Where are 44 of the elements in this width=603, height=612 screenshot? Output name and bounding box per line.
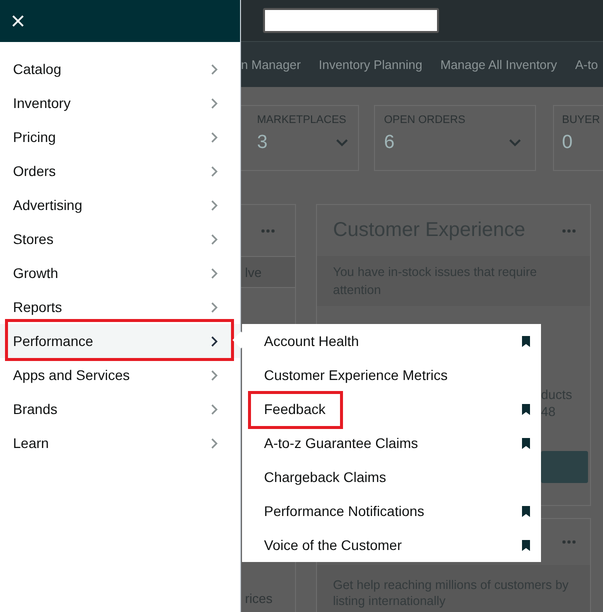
chevron-right-icon — [211, 132, 218, 142]
sidebar-item[interactable]: Brands — [0, 392, 240, 426]
chevron-right-icon — [211, 370, 218, 380]
nav-tab[interactable]: n Manager — [241, 58, 301, 72]
chevron-right-icon — [211, 234, 218, 244]
chevron-right-icon — [211, 64, 218, 74]
sidebar-item[interactable]: Stores — [0, 222, 240, 256]
submenu-item[interactable]: Voice of the Customer — [242, 528, 541, 562]
submenu-item[interactable]: Account Health — [242, 324, 541, 358]
sidebar-item[interactable]: Learn — [0, 426, 240, 460]
stat-value: 0 — [562, 132, 573, 154]
submenu-item[interactable]: Feedback — [242, 392, 541, 426]
search-field[interactable] — [263, 8, 439, 33]
nav-tab[interactable]: Inventory Planning — [318, 58, 422, 72]
nav-tab[interactable]: Manage All Inventory — [440, 58, 558, 72]
submenu-item[interactable]: A-to-z Guarantee Claims — [242, 426, 541, 460]
bookmark-icon[interactable] — [522, 506, 530, 516]
submenu-item[interactable]: Chargeback Claims — [242, 460, 541, 494]
bookmark-icon[interactable] — [522, 438, 530, 448]
bookmark-icon[interactable] — [522, 336, 530, 346]
sidebar-item[interactable]: Inventory — [0, 86, 240, 120]
sidebar-item[interactable]: Apps and Services — [0, 358, 240, 392]
bookmark-icon[interactable] — [522, 540, 530, 550]
chevron-right-icon — [211, 336, 218, 346]
chevron-right-icon — [211, 302, 218, 312]
chevron-right-icon — [211, 200, 218, 210]
chevron-right-icon — [211, 404, 218, 414]
close-icon[interactable] — [12, 15, 24, 27]
sidebar-item[interactable]: Advertising — [0, 188, 240, 222]
chevron-right-icon — [211, 438, 218, 448]
chevron-right-icon — [211, 268, 218, 278]
bookmark-icon[interactable] — [522, 404, 530, 414]
sidebar-item[interactable]: Growth — [0, 256, 240, 290]
chevron-right-icon — [211, 98, 218, 108]
stat-value: 6 — [384, 132, 395, 154]
stat-value: 3 — [257, 132, 268, 154]
sidebar-item[interactable]: Catalog — [0, 52, 240, 86]
nav-tab[interactable]: A-to — [575, 58, 598, 72]
sidebar-item[interactable]: Pricing — [0, 120, 240, 154]
submenu-item[interactable]: Performance Notifications — [242, 494, 541, 528]
chevron-right-icon — [211, 166, 218, 176]
sidebar-item[interactable]: Orders — [0, 154, 240, 188]
submenu-item[interactable]: Customer Experience Metrics — [242, 358, 541, 392]
sidebar-item[interactable]: Reports — [0, 290, 240, 324]
